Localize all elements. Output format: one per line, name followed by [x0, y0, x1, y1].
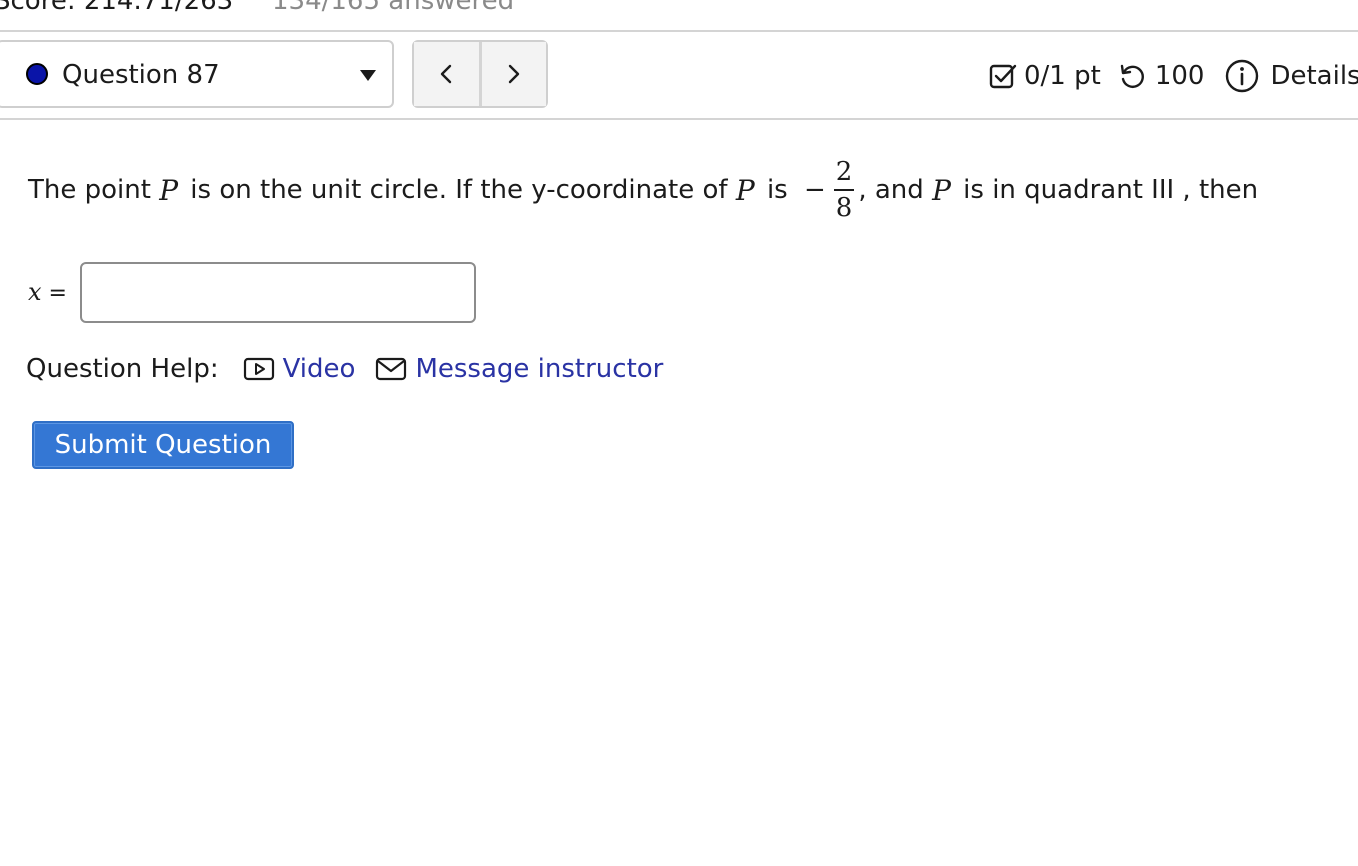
details-link[interactable]: Details	[1270, 61, 1358, 91]
minus-sign: −	[804, 175, 826, 205]
score-text: Score: 214.71/263	[0, 0, 234, 16]
math-var-p: P	[932, 173, 951, 207]
previous-question-button[interactable]	[414, 42, 479, 106]
mail-icon	[376, 357, 407, 381]
question-help: Question Help: Video Message instructor	[26, 352, 683, 386]
message-instructor-link[interactable]: Message instructor	[375, 354, 663, 384]
question-nav-group	[412, 40, 548, 108]
question-text: The point P is on the unit circle. If th…	[28, 150, 1258, 230]
message-instructor-label: Message instructor	[415, 354, 664, 384]
fraction-denominator: 8	[835, 193, 853, 223]
question-text-part: is	[758, 175, 796, 205]
equals-sign: =	[41, 281, 67, 306]
checkbox-check-icon	[988, 61, 1018, 91]
divider	[0, 30, 1358, 32]
chevron-left-icon	[441, 64, 452, 84]
math-var-p: P	[735, 173, 755, 207]
divider	[0, 118, 1358, 120]
retry-icon	[1117, 61, 1147, 91]
info-icon[interactable]	[1224, 58, 1260, 94]
fraction: 2 8	[833, 159, 855, 223]
question-text-part: is on the unit circle. If the y-coordina…	[182, 175, 736, 205]
video-link-label: Video	[282, 354, 356, 384]
question-selector[interactable]: Question 87	[0, 40, 394, 108]
chevron-right-icon	[508, 64, 519, 84]
question-selector-label: Question 87	[62, 60, 220, 90]
question-text-part: , and	[858, 175, 933, 205]
question-text-part: is in quadrant III , then	[954, 175, 1259, 205]
question-help-label: Question Help:	[26, 354, 219, 384]
attempts-remaining: 100	[1154, 61, 1205, 91]
question-page: Score: 214.71/263 134/165 answered Quest…	[0, 0, 1358, 866]
question-text-part: The point	[28, 175, 160, 205]
video-link[interactable]: Video	[243, 354, 356, 384]
caret-down-icon	[360, 70, 376, 81]
fraction-numerator: 2	[833, 159, 855, 191]
question-meta: 0/1 pt 100 Details	[988, 56, 1358, 96]
answer-input[interactable]	[80, 262, 476, 323]
next-question-button[interactable]	[478, 42, 546, 106]
answer-label: x =	[28, 278, 67, 306]
question-status-dot	[26, 63, 48, 85]
math-var-p: P	[159, 173, 179, 207]
points-value: 0/1 pt	[1024, 61, 1101, 91]
video-icon	[243, 357, 274, 381]
answered-count: 134/165 answered	[272, 0, 515, 16]
submit-question-button[interactable]: Submit Question	[32, 421, 294, 469]
math-var-x: x	[28, 278, 42, 306]
